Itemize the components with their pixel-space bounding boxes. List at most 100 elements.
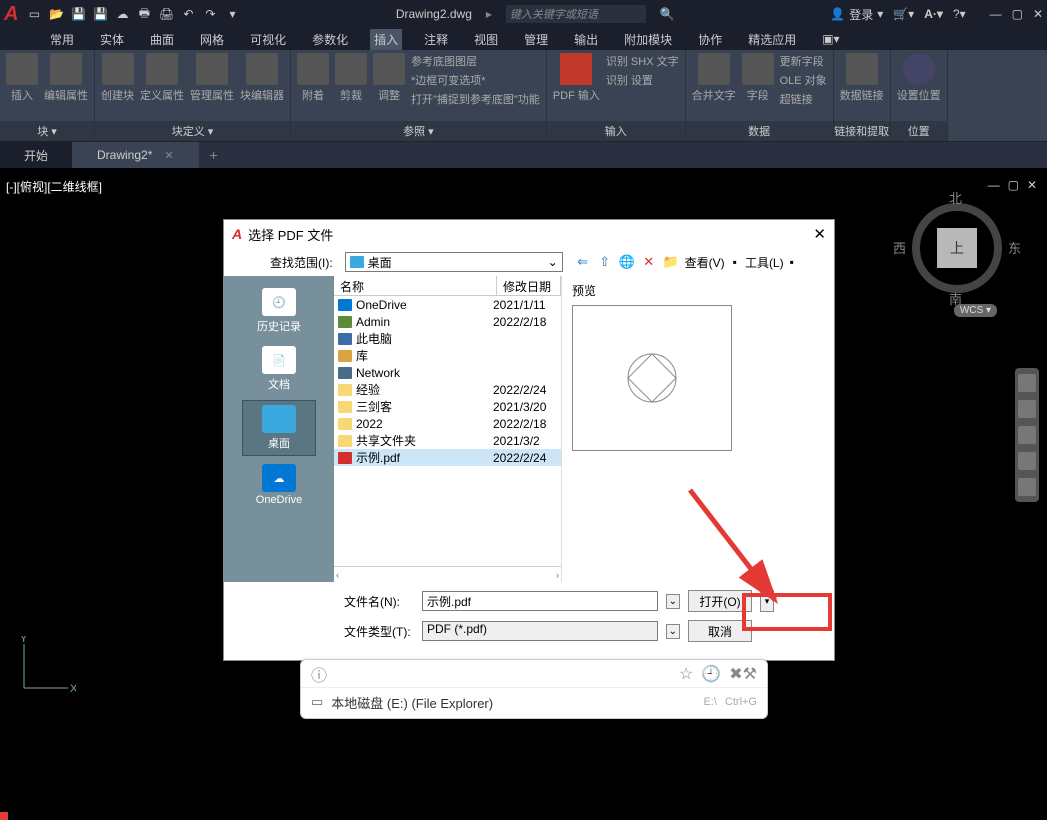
nav-showmotion-icon[interactable] <box>1018 478 1036 496</box>
col-name-header[interactable]: 名称 <box>334 276 497 295</box>
redo-icon[interactable]: ↷ <box>202 6 218 22</box>
file-row[interactable]: Network <box>334 364 561 381</box>
minimize-icon[interactable]: — <box>990 7 1002 21</box>
ole-object[interactable]: OLE 对象 <box>780 72 827 88</box>
new-folder-icon[interactable]: 📁 <box>663 254 679 270</box>
undo-icon[interactable]: ↶ <box>180 6 196 22</box>
snap-underlay[interactable]: 打开"捕捉到参考底图"功能 <box>411 91 540 107</box>
lookin-combo[interactable]: 桌面 ⌄ <box>345 252 563 272</box>
nav-pan-icon[interactable] <box>1018 400 1036 418</box>
tools-menu[interactable]: 工具(L) <box>745 254 784 271</box>
hyperlink[interactable]: 超链接 <box>780 91 827 107</box>
viewcube-top-face[interactable]: 上 <box>937 228 977 268</box>
adjust-button[interactable]: 调整 <box>373 53 405 103</box>
viewcube-east[interactable]: 东 <box>1008 238 1021 257</box>
file-row[interactable]: 库 <box>334 347 561 364</box>
vp-max-icon[interactable]: ▢ <box>1008 178 1019 192</box>
search-result-text[interactable]: 本地磁盘 (E:) (File Explorer) <box>331 693 493 712</box>
file-row[interactable]: 经验2022/2/24 <box>334 381 561 398</box>
tab-output[interactable]: 输出 <box>570 29 602 50</box>
attach-button[interactable]: 附着 <box>297 53 329 103</box>
tab-parametric[interactable]: 参数化 <box>308 29 352 50</box>
nav-wheel-icon[interactable] <box>1018 374 1036 392</box>
settings-icon[interactable]: ✖⚒ <box>729 664 757 684</box>
clip-button[interactable]: 剪裁 <box>335 53 367 103</box>
file-row[interactable]: 共享文件夹2021/3/2 <box>334 432 561 449</box>
nav-orbit-icon[interactable] <box>1018 452 1036 470</box>
recognize-settings[interactable]: 识别 设置 <box>606 72 679 88</box>
doc-tab-start[interactable]: 开始 <box>0 142 73 168</box>
login-button[interactable]: 👤 登录 ▾ <box>830 6 883 23</box>
merge-text-button[interactable]: 合并文字 <box>692 53 736 103</box>
set-location-button[interactable]: 设置位置 <box>897 53 941 103</box>
tab-manage[interactable]: 管理 <box>520 29 552 50</box>
back-icon[interactable]: ⇐ <box>575 254 591 270</box>
wcs-badge[interactable]: WCS ▾ <box>954 304 997 317</box>
tab-featured[interactable]: 精选应用 <box>744 29 800 50</box>
up-icon[interactable]: ⇧ <box>597 254 613 270</box>
file-row[interactable]: 三剑客2021/3/20 <box>334 398 561 415</box>
doc-tab-drawing[interactable]: Drawing2*✕ <box>73 142 199 168</box>
close-tab-icon[interactable]: ✕ <box>164 149 173 162</box>
vp-close-icon[interactable]: ✕ <box>1027 178 1037 192</box>
nav-zoom-icon[interactable] <box>1018 426 1036 444</box>
close-icon[interactable]: ✕ <box>1033 7 1043 21</box>
viewcube[interactable]: 上 北 东 南 西 <box>907 198 1007 298</box>
view-menu[interactable]: 查看(V) <box>685 254 725 271</box>
horizontal-scrollbar[interactable]: ‹› <box>334 566 561 582</box>
cart-icon[interactable]: 🛒▾ <box>893 7 914 21</box>
open-dropdown-button[interactable]: ▾ <box>760 590 774 612</box>
tab-surface[interactable]: 曲面 <box>146 29 178 50</box>
web-browse-icon[interactable]: 🌐 <box>619 254 635 270</box>
filename-input[interactable] <box>422 591 658 611</box>
filename-dropdown-icon[interactable]: ⌄ <box>666 594 680 609</box>
tab-common[interactable]: 常用 <box>46 29 78 50</box>
search-magnifier-icon[interactable]: ⓘ <box>311 662 327 686</box>
tab-collab[interactable]: 协作 <box>694 29 726 50</box>
dialog-close-icon[interactable]: ✕ <box>813 225 826 243</box>
file-row[interactable]: 20222022/2/18 <box>334 415 561 432</box>
viewcube-north[interactable]: 北 <box>949 188 962 207</box>
cancel-button[interactable]: 取消 <box>688 620 752 642</box>
file-row[interactable]: OneDrive2021/1/11 <box>334 296 561 313</box>
tab-visualize[interactable]: 可视化 <box>246 29 290 50</box>
tab-expand-icon[interactable]: ▣▾ <box>818 30 843 48</box>
vp-min-icon[interactable]: — <box>988 178 1000 192</box>
saveas-icon[interactable]: 💾 <box>92 6 108 22</box>
open-button[interactable]: 打开(O) <box>688 590 752 612</box>
save-icon[interactable]: 💾 <box>70 6 86 22</box>
file-row[interactable]: 示例.pdf2022/2/24 <box>334 449 561 466</box>
file-row[interactable]: Admin2022/2/18 <box>334 313 561 330</box>
print-icon[interactable]: 🖨 <box>158 6 174 22</box>
tab-annotate[interactable]: 注释 <box>420 29 452 50</box>
app-switcher-icon[interactable]: A·▾ <box>924 7 943 21</box>
qat-dropdown-icon[interactable]: ▾ <box>224 6 240 22</box>
add-tab-button[interactable]: + <box>199 142 229 168</box>
edit-attr-button[interactable]: 编辑属性 <box>44 53 88 103</box>
view-label[interactable]: [-][俯视][二维线框] <box>6 178 102 195</box>
tab-addins[interactable]: 附加模块 <box>620 29 676 50</box>
tab-insert[interactable]: 插入 <box>370 29 402 50</box>
update-field[interactable]: 更新字段 <box>780 53 827 69</box>
viewcube-west[interactable]: 西 <box>893 238 906 257</box>
favorite-icon[interactable]: ☆ <box>679 664 693 684</box>
tab-mesh[interactable]: 网格 <box>196 29 228 50</box>
datalink-button[interactable]: 数据链接 <box>840 53 884 103</box>
tab-solid[interactable]: 实体 <box>96 29 128 50</box>
create-block-button[interactable]: 创建块 <box>101 53 134 103</box>
manage-attr-button[interactable]: 管理属性 <box>190 53 234 103</box>
insert-block-button[interactable]: 插入 <box>6 53 38 103</box>
filetype-select[interactable]: PDF (*.pdf) <box>422 621 658 641</box>
sidebar-desktop[interactable]: 桌面 <box>242 400 316 456</box>
help-search-input[interactable]: 键入关键字或短语 <box>506 5 646 23</box>
delete-icon[interactable]: ✕ <box>641 254 657 270</box>
underlay-layers[interactable]: 参考底图图层 <box>411 53 540 69</box>
new-icon[interactable]: ▭ <box>26 6 42 22</box>
panel-title[interactable]: 块定义 ▾ <box>95 121 290 141</box>
tab-view[interactable]: 视图 <box>470 29 502 50</box>
open-icon[interactable]: 📂 <box>48 6 64 22</box>
history-icon[interactable]: 🕘 <box>701 664 721 684</box>
plot-icon[interactable]: 🖶 <box>136 6 152 22</box>
recognize-shx[interactable]: 识别 SHX 文字 <box>606 53 679 69</box>
web-icon[interactable]: ☁ <box>114 6 130 22</box>
